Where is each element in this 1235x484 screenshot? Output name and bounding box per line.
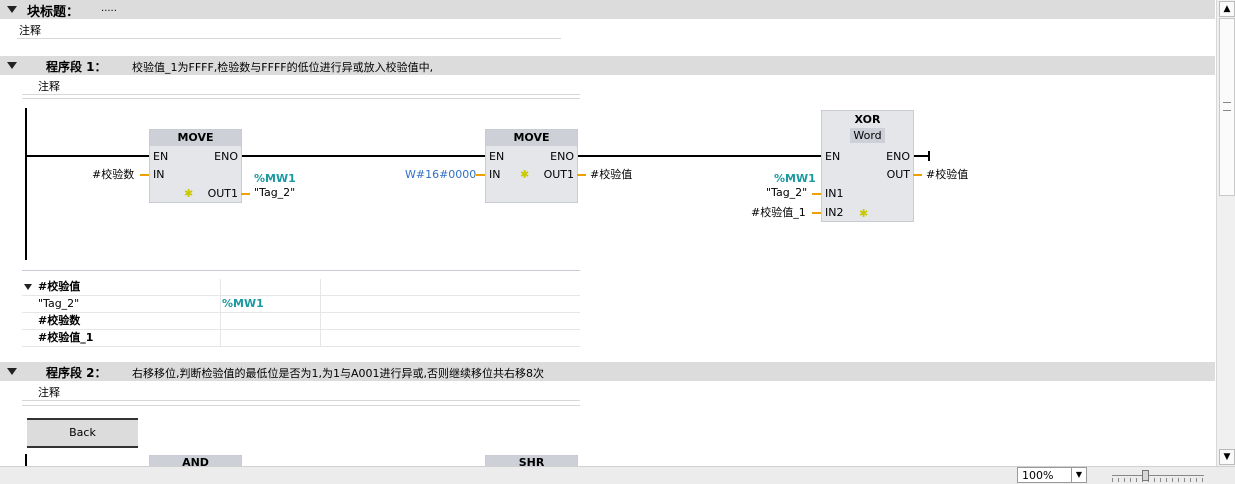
move-1-box[interactable]: MOVE EN ENO IN OUT1 ✱ bbox=[149, 129, 242, 203]
column-divider bbox=[320, 279, 321, 295]
xor-in1-operand[interactable]: "Tag_2" bbox=[766, 186, 807, 199]
scroll-thumb[interactable] bbox=[1219, 18, 1235, 196]
add-input-icon[interactable]: ✱ bbox=[859, 208, 868, 219]
xor-in1-pin: IN1 bbox=[825, 187, 844, 200]
move-1-out-wire bbox=[241, 193, 250, 195]
scroll-up-button[interactable]: ▲ bbox=[1219, 1, 1235, 17]
move-2-in-pin: IN bbox=[489, 168, 501, 181]
network-2-label: 程序段 2： bbox=[46, 366, 107, 380]
operand-name: "Tag_2" bbox=[38, 297, 80, 310]
xor-in1-wire bbox=[812, 193, 821, 195]
power-rail-left bbox=[25, 454, 27, 466]
chevron-down-icon[interactable]: ▼ bbox=[1071, 468, 1086, 482]
column-divider bbox=[220, 279, 221, 295]
network-1-divider bbox=[22, 98, 580, 99]
block-title-value[interactable]: ..... bbox=[101, 3, 117, 14]
zoom-slider-ticks bbox=[1112, 478, 1204, 482]
move-1-in-operand[interactable]: #校验数 bbox=[92, 168, 134, 181]
move-2-out-operand[interactable]: #校验值 bbox=[590, 168, 632, 181]
back-button-label: Back bbox=[69, 426, 96, 439]
zoom-slider[interactable] bbox=[1112, 470, 1204, 482]
add-output-icon[interactable]: ✱ bbox=[184, 188, 193, 199]
network-2-comment-field[interactable]: 注释 bbox=[22, 383, 580, 401]
rung-wire bbox=[577, 155, 821, 157]
block-comment-text: 注释 bbox=[19, 24, 41, 37]
move-2-out-wire bbox=[577, 174, 586, 176]
xor-in2-wire bbox=[812, 212, 821, 214]
move-1-en-pin: EN bbox=[153, 150, 169, 163]
move-1-out1-pin: OUT1 bbox=[207, 187, 238, 200]
add-output-icon[interactable]: ✱ bbox=[520, 169, 529, 180]
xor-type-selector[interactable]: Word bbox=[850, 128, 885, 143]
xor-out-operand[interactable]: #校验值 bbox=[926, 168, 968, 181]
move-1-in-wire bbox=[140, 174, 149, 176]
operand-row[interactable]: #校验值 bbox=[22, 279, 580, 296]
move-2-en-pin: EN bbox=[489, 150, 505, 163]
network-1-comment-text: 注释 bbox=[38, 80, 60, 93]
operand-row[interactable]: "Tag_2" %MW1 bbox=[22, 296, 580, 313]
operand-row[interactable]: #校验值_1 bbox=[22, 330, 580, 347]
xor-in2-pin: IN2 bbox=[825, 206, 844, 219]
zoom-select[interactable]: 100% ▼ bbox=[1017, 467, 1087, 483]
column-divider bbox=[320, 330, 321, 346]
zoom-slider-track bbox=[1112, 475, 1204, 476]
network-1-title[interactable]: 校验值_1为FFFF,检验数与FFFF的低位进行异或放入校验值中, bbox=[132, 59, 433, 75]
operand-row[interactable]: #校验数 bbox=[22, 313, 580, 330]
move-2-out1-pin: OUT1 bbox=[543, 168, 574, 181]
move-1-title: MOVE bbox=[150, 130, 241, 146]
column-divider bbox=[320, 296, 321, 312]
move-2-eno-pin: ENO bbox=[550, 150, 574, 163]
xor-en-pin: EN bbox=[825, 150, 841, 163]
zoom-slider-thumb[interactable] bbox=[1142, 470, 1149, 481]
column-divider bbox=[220, 330, 221, 346]
move-1-in-pin: IN bbox=[153, 168, 165, 181]
collapse-network-1-icon[interactable] bbox=[7, 62, 17, 69]
block-comment-field[interactable]: 注释 bbox=[17, 21, 561, 39]
move-2-in-wire bbox=[476, 174, 485, 176]
move-1-eno-pin: ENO bbox=[214, 150, 238, 163]
move-2-title: MOVE bbox=[486, 130, 577, 146]
operand-table-top-border bbox=[22, 270, 580, 271]
operand-address: %MW1 bbox=[222, 297, 264, 310]
network-2-divider bbox=[22, 405, 580, 406]
move-2-in-operand[interactable]: W#16#0000 bbox=[405, 168, 476, 181]
move-1-out-operand[interactable]: "Tag_2" bbox=[254, 186, 295, 199]
xor-out-wire bbox=[913, 174, 922, 176]
grip-icon bbox=[1223, 102, 1231, 111]
move-1-out-address: %MW1 bbox=[254, 172, 296, 185]
power-rail-left bbox=[25, 108, 27, 260]
xor-eno-pin: ENO bbox=[886, 150, 910, 163]
network-2-title[interactable]: 右移移位,判断检验值的最低位是否为1,为1与A001进行异或,否则继续移位共右移… bbox=[132, 365, 544, 381]
network-1-comment-field[interactable]: 注释 bbox=[22, 77, 580, 95]
column-divider bbox=[220, 313, 221, 329]
xor-in2-operand[interactable]: #校验值_1 bbox=[751, 206, 806, 219]
zoom-value: 100% bbox=[1022, 469, 1054, 482]
rung-wire bbox=[25, 155, 149, 157]
vertical-scrollbar[interactable]: ▲ ▼ bbox=[1216, 0, 1235, 466]
xor-title: XOR bbox=[854, 113, 881, 126]
collapse-network-2-icon[interactable] bbox=[7, 368, 17, 375]
xor-out-pin: OUT bbox=[886, 168, 910, 181]
rung-wire bbox=[241, 155, 485, 157]
xor-in1-address: %MW1 bbox=[774, 172, 816, 185]
column-divider bbox=[220, 296, 221, 312]
collapse-block-title-icon[interactable] bbox=[7, 6, 17, 13]
move-2-box[interactable]: MOVE EN ENO IN ✱ OUT1 bbox=[485, 129, 578, 203]
network-2-comment-text: 注释 bbox=[38, 386, 60, 399]
network-1-label: 程序段 1： bbox=[46, 60, 107, 74]
xor-box[interactable]: XOR Word EN ENO OUT IN1 IN2 ✱ bbox=[821, 110, 914, 222]
back-button[interactable]: Back bbox=[27, 418, 138, 448]
block-title-label: 块标题： bbox=[27, 5, 80, 20]
block-title-bar bbox=[0, 0, 1215, 19]
operand-name: #校验值 bbox=[38, 280, 81, 293]
column-divider bbox=[320, 313, 321, 329]
operand-name: #校验数 bbox=[38, 314, 81, 327]
operand-name: #校验值_1 bbox=[38, 331, 94, 344]
rung-end-cap bbox=[928, 151, 930, 161]
rung-wire bbox=[913, 155, 929, 157]
scroll-down-button[interactable]: ▼ bbox=[1219, 449, 1235, 465]
